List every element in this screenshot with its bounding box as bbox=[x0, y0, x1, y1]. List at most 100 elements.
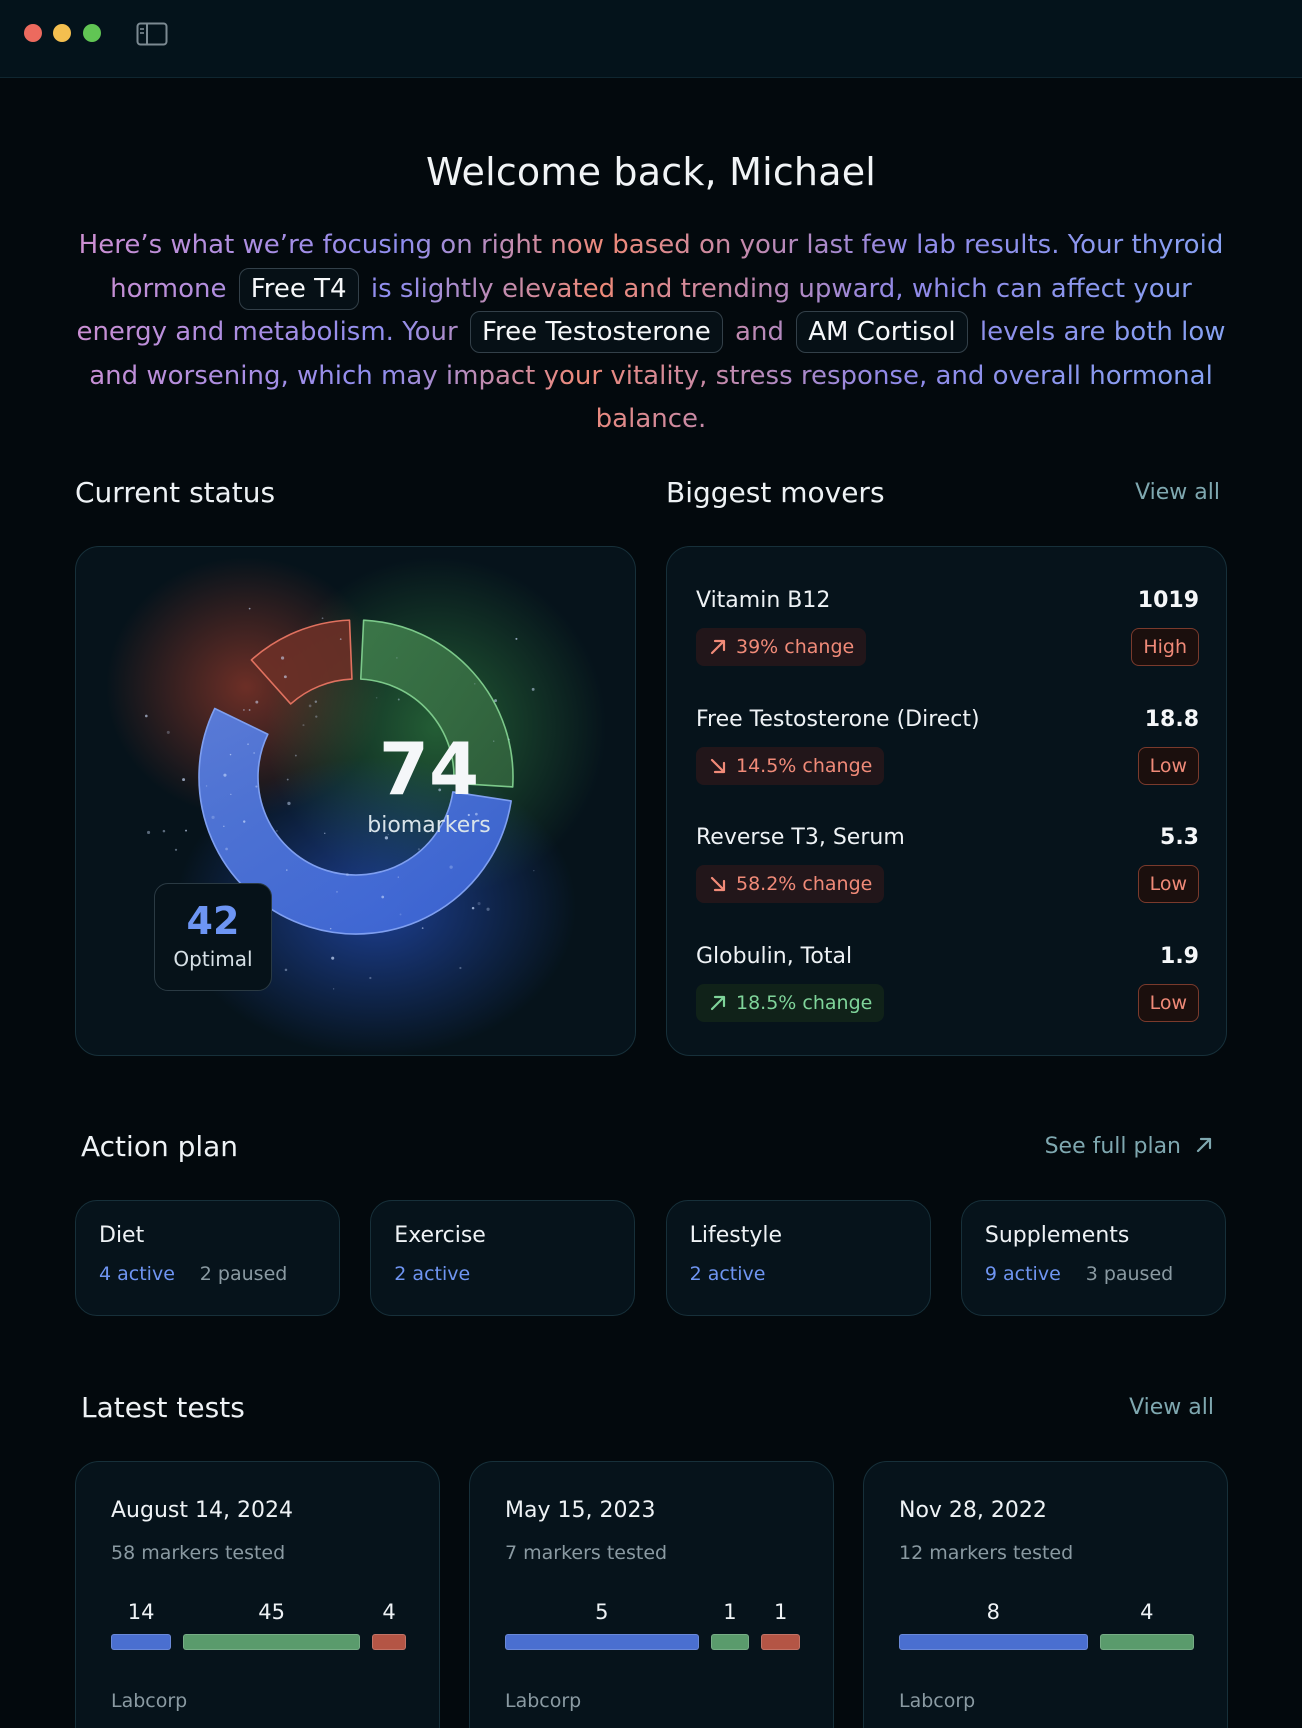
mover-status-flag: High bbox=[1131, 628, 1199, 666]
mover-row[interactable]: Vitamin B12 1019 39% change High bbox=[696, 588, 1199, 684]
donut-particle bbox=[248, 607, 251, 610]
mover-row[interactable]: Globulin, Total 1.9 18.5% change Low bbox=[696, 944, 1199, 1040]
test-marker-count: 7 markers tested bbox=[505, 1542, 668, 1564]
chip-free-testosterone[interactable]: Free Testosterone bbox=[469, 311, 723, 354]
donut-particle bbox=[223, 773, 227, 777]
plan-active-count: 9 active bbox=[984, 1263, 1061, 1285]
plan-name: Supplements bbox=[984, 1223, 1130, 1248]
mover-change-text: 39% change bbox=[736, 636, 855, 658]
donut-particle bbox=[211, 815, 215, 819]
donut-particle bbox=[486, 907, 490, 911]
optimal-count: 42 bbox=[186, 899, 240, 943]
see-full-plan-label: See full plan bbox=[1044, 1134, 1181, 1159]
see-full-plan-link[interactable]: See full plan bbox=[1045, 1134, 1214, 1159]
tests-view-all-link[interactable]: View all bbox=[1129, 1395, 1214, 1420]
plan-name: Exercise bbox=[394, 1223, 486, 1248]
test-card[interactable]: August 14, 2024 58 markers tested 14 45 4 Lab… bbox=[75, 1461, 440, 1728]
donut-particle bbox=[314, 700, 318, 703]
donut-particle bbox=[471, 906, 475, 910]
current-status-card[interactable]: 74 biomarkers 42 Optimal bbox=[75, 546, 636, 1056]
mover-change-badge: 18.5% change bbox=[696, 983, 885, 1022]
plan-active-count: 4 active bbox=[99, 1263, 175, 1285]
test-bar-label: 45 bbox=[258, 1600, 285, 1624]
donut-particle bbox=[381, 895, 385, 899]
test-bar-segment bbox=[111, 1634, 172, 1650]
maximize-window-button[interactable] bbox=[83, 24, 101, 42]
intro-summary: Here’s what we’re focusing on right now … bbox=[70, 224, 1232, 442]
mover-value: 1019 bbox=[1137, 588, 1199, 613]
donut-particle bbox=[146, 830, 151, 835]
current-status-title: Current status bbox=[75, 476, 276, 509]
plan-card-exercise[interactable]: Exercise 2 active bbox=[370, 1200, 636, 1316]
mover-change-text: 18.5% change bbox=[736, 991, 873, 1014]
test-bar-segment bbox=[1099, 1634, 1194, 1650]
test-bar-label: 5 bbox=[595, 1600, 609, 1624]
donut-particle bbox=[397, 876, 399, 878]
test-bar-segment bbox=[761, 1634, 800, 1650]
window-titlebar bbox=[0, 0, 1302, 78]
donut-particle bbox=[421, 927, 424, 930]
test-result-distribution: 5 1 1 bbox=[505, 1600, 800, 1650]
donut-particle bbox=[205, 785, 208, 787]
test-lab-name: Labcorp bbox=[899, 1690, 976, 1712]
plan-card-supplements[interactable]: Supplements 9 active 3 paused bbox=[960, 1200, 1226, 1316]
mover-name: Vitamin B12 bbox=[696, 588, 831, 613]
intro-text-3: and bbox=[735, 317, 784, 348]
test-card[interactable]: May 15, 2023 7 markers tested 5 1 1 Labcorp bbox=[469, 1461, 834, 1728]
mover-row[interactable]: Free Testosterone (Direct) 18.8 14.5% chan… bbox=[696, 707, 1199, 803]
chip-am-cortisol[interactable]: AM Cortisol bbox=[796, 311, 968, 354]
mover-change-badge: 14.5% change bbox=[696, 746, 885, 785]
mover-change-badge: 58.2% change bbox=[696, 865, 885, 903]
donut-particle bbox=[315, 715, 318, 718]
test-date: May 15, 2023 bbox=[505, 1498, 656, 1523]
test-result-distribution: 84 bbox=[899, 1600, 1194, 1650]
donut-particle bbox=[494, 699, 498, 703]
donut-particle bbox=[333, 988, 335, 990]
minimize-window-button[interactable] bbox=[53, 24, 71, 42]
donut-particle bbox=[243, 709, 245, 711]
mover-change-badge: 39% change bbox=[696, 628, 867, 666]
close-window-button[interactable] bbox=[24, 24, 42, 42]
test-bar-label: 4 bbox=[382, 1600, 396, 1624]
donut-particle bbox=[449, 865, 453, 869]
plan-card-lifestyle[interactable]: Lifestyle 2 active bbox=[665, 1200, 931, 1316]
mover-value: 5.3 bbox=[1160, 825, 1199, 850]
plan-name: Diet bbox=[99, 1223, 145, 1248]
plan-card-diet[interactable]: Diet 4 active 2 paused bbox=[75, 1200, 340, 1316]
donut-particle bbox=[162, 829, 166, 833]
sidebar-toggle-icon[interactable] bbox=[136, 22, 168, 46]
plan-active-count: 2 active bbox=[394, 1263, 471, 1285]
donut-particle bbox=[225, 847, 228, 851]
donut-particle bbox=[339, 638, 342, 640]
movers-view-all-link[interactable]: View all bbox=[1135, 480, 1220, 505]
mover-status-flag: Low bbox=[1137, 746, 1199, 785]
donut-particle bbox=[145, 714, 148, 718]
latest-tests-title: Latest tests bbox=[81, 1391, 245, 1424]
mover-status-flag: Low bbox=[1137, 983, 1199, 1022]
optimal-count-badge[interactable]: 42 Optimal bbox=[154, 883, 272, 991]
donut-particle bbox=[166, 730, 170, 734]
optimal-label: Optimal bbox=[173, 947, 253, 971]
donut-particle bbox=[302, 724, 305, 727]
chip-free-t4[interactable]: Free T4 bbox=[238, 267, 359, 310]
mover-row[interactable]: Reverse T3, Serum 5.3 58.2% change Low bbox=[696, 825, 1199, 921]
donut-particle bbox=[345, 873, 349, 876]
donut-particle bbox=[255, 700, 259, 704]
donut-particle bbox=[474, 683, 476, 685]
donut-particle bbox=[284, 968, 288, 972]
donut-particle bbox=[230, 793, 232, 795]
mover-value: 1.9 bbox=[1160, 943, 1199, 969]
mover-name: Globulin, Total bbox=[696, 943, 853, 969]
test-card[interactable]: Nov 28, 2022 12 markers tested 8 4 Labcorp bbox=[863, 1461, 1228, 1728]
donut-particle bbox=[397, 698, 400, 701]
test-date: August 14, 2024 bbox=[111, 1498, 293, 1523]
donut-particle bbox=[399, 913, 402, 916]
donut-particle bbox=[255, 785, 258, 788]
test-bar-label: 1 bbox=[723, 1600, 737, 1624]
test-bar-label: 8 bbox=[986, 1600, 1001, 1624]
donut-particle bbox=[280, 656, 285, 660]
test-bar-segment bbox=[505, 1634, 699, 1650]
donut-particle bbox=[286, 869, 288, 871]
donut-particle bbox=[477, 902, 481, 906]
welcome-title: Welcome back, Michael bbox=[425, 150, 877, 194]
